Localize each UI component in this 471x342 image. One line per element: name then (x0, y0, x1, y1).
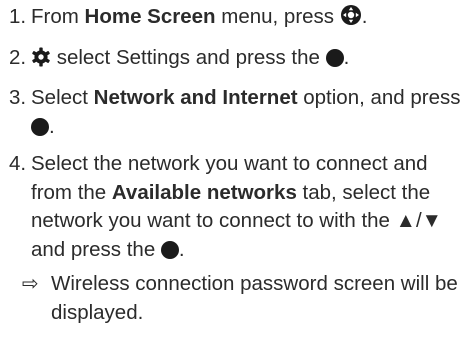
step-text-part: . (49, 114, 55, 138)
step-text-part: . (361, 5, 368, 28)
instruction-page: 1. From Home Screen menu, press . 2. sel… (0, 0, 471, 342)
available-networks-label: Available networks (111, 180, 297, 204)
home-screen-label: Home Screen (84, 5, 216, 28)
step-text-part: . (343, 45, 350, 69)
network-and-internet-label: Network and Internet (93, 86, 298, 109)
step-2: 2. select Settings and press the . (3, 44, 463, 76)
step-1: 1. From Home Screen menu, press . (3, 3, 463, 35)
step-text-part: and press the (31, 237, 161, 261)
step-text-part: option, and press (297, 86, 461, 109)
step-4: 4. Select the network you want to connec… (3, 150, 463, 264)
step-text: From Home Screen menu, press . (31, 5, 367, 28)
step-text: Select the network you want to connect a… (31, 152, 442, 261)
step-number: 1. (9, 5, 27, 28)
ok-dot-icon (160, 240, 179, 259)
gear-icon (31, 47, 51, 76)
ok-dot-icon (325, 48, 344, 67)
step-text-part: Select (31, 86, 94, 109)
dpad-icon (340, 4, 362, 35)
step-text-part: From (31, 5, 85, 28)
step-text: Select Network and Internet option, and … (31, 86, 461, 138)
up-down-arrows-icon: ▲/▼ (395, 209, 442, 232)
result-text: Wireless connection password screen will… (51, 272, 458, 324)
instruction-steps: 1. From Home Screen menu, press . 2. sel… (3, 3, 463, 264)
step-text: select Settings and press the . (31, 46, 349, 69)
step-text-part: menu, press (215, 5, 340, 28)
ok-dot-icon (31, 117, 49, 136)
step-number: 4. (9, 152, 27, 175)
step-text-part: . (178, 237, 185, 261)
step-text-part: select Settings and press the (51, 45, 326, 69)
step-3: 3. Select Network and Internet option, a… (3, 84, 463, 141)
result-arrow-icon: ⇨ (22, 273, 39, 295)
step-number: 3. (9, 86, 27, 109)
step-number: 2. (9, 45, 27, 69)
step-result: ⇨ Wireless connection password screen wi… (3, 270, 463, 327)
